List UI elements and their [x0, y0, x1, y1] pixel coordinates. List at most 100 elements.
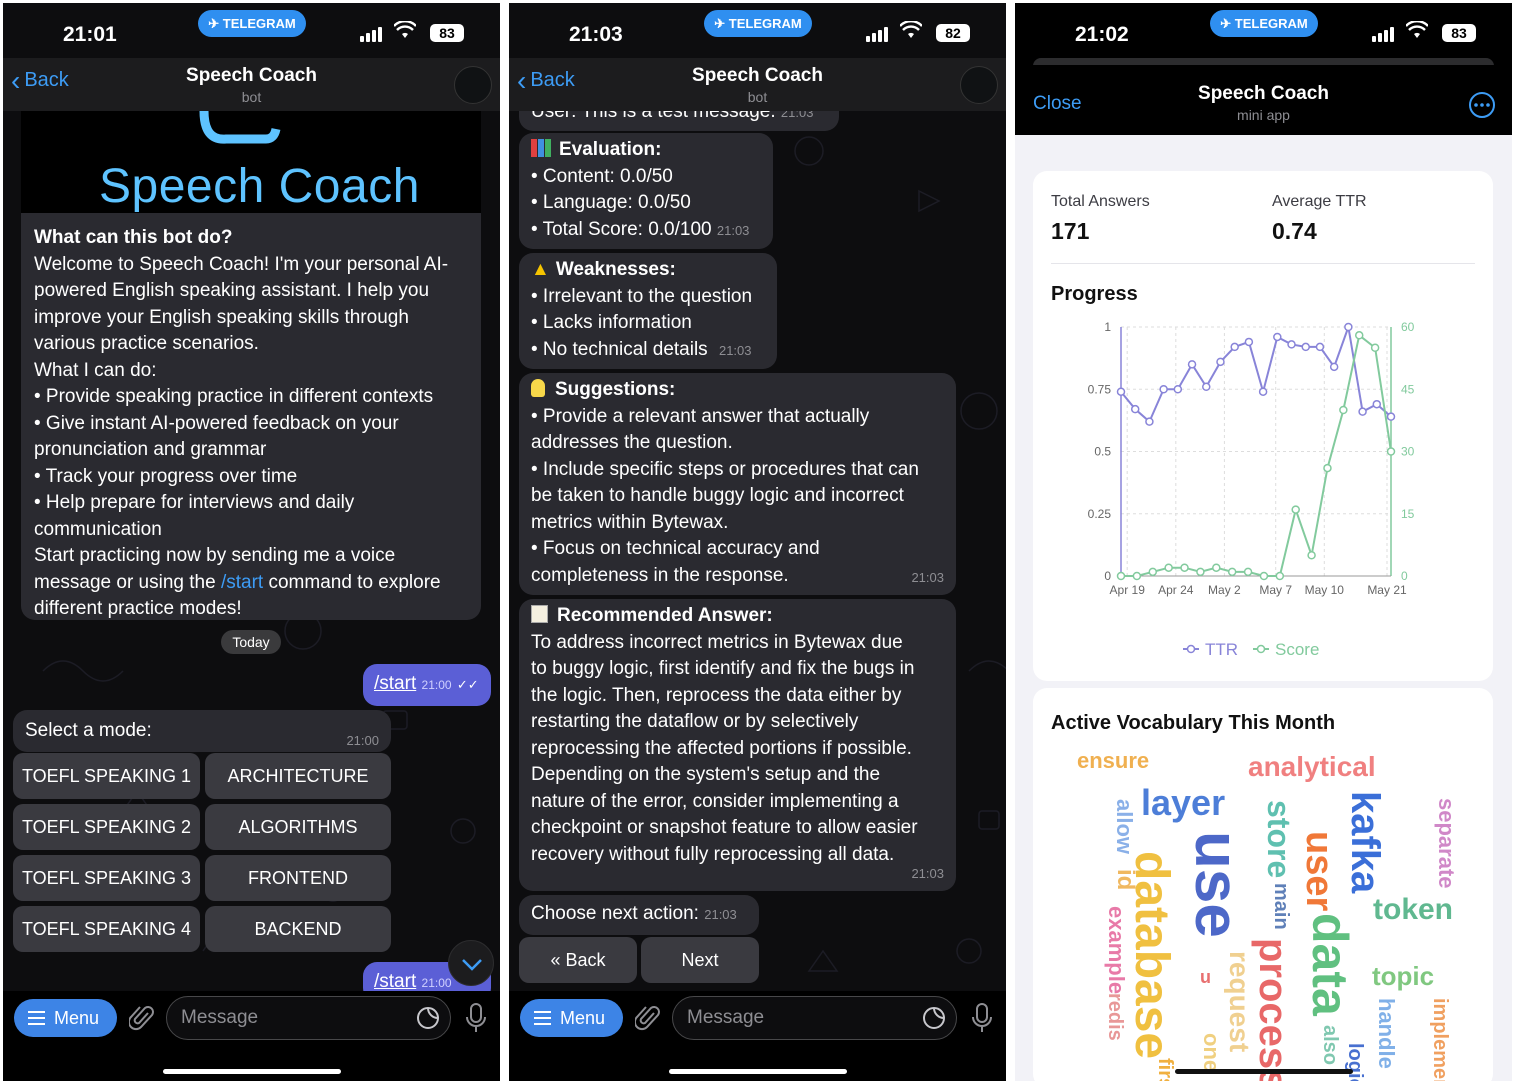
clock: 21:01	[63, 23, 117, 46]
attach-icon[interactable]	[635, 1004, 661, 1032]
input-bar: Menu Message	[509, 991, 1006, 1081]
y-left-tick-label: 0.75	[1088, 382, 1112, 396]
telegram-pill: ✈ TELEGRAM	[198, 10, 306, 37]
legend-label: Score	[1275, 640, 1319, 659]
signal-icon	[1372, 27, 1394, 42]
stats-divider	[1051, 263, 1475, 264]
data-point-score	[1164, 563, 1173, 572]
sticker-icon[interactable]	[922, 1006, 946, 1030]
bot-logo-banner: Speech Coach	[21, 111, 481, 213]
data-point-score	[1196, 567, 1205, 577]
x-tick-label: May 21	[1367, 583, 1407, 597]
data-point-score	[1132, 571, 1142, 581]
date-chip: Today	[221, 630, 281, 654]
chat-header: ‹ Back Speech Coach bot	[3, 58, 500, 111]
data-point-ttr	[1244, 337, 1254, 347]
y-right-tick-label: 30	[1401, 445, 1415, 459]
legend-swatch-dot	[1256, 644, 1266, 654]
signal-icon	[866, 27, 888, 42]
y-right-tick-label: 45	[1401, 382, 1415, 396]
attach-icon[interactable]	[129, 1004, 155, 1032]
y-left-tick-label: 1	[1104, 320, 1111, 334]
mode-button-architecture[interactable]: ARCHITECTURE	[205, 753, 391, 799]
average-ttr-label: Average TTR	[1272, 193, 1367, 210]
y-right-tick-label: 0	[1401, 569, 1408, 583]
microphone-icon[interactable]	[971, 1003, 993, 1033]
mode-button-algorithms[interactable]: ALGORITHMS	[205, 804, 391, 850]
average-ttr-value: 0.74	[1272, 218, 1317, 244]
data-point-score	[1339, 405, 1348, 415]
menu-button[interactable]: Menu	[520, 999, 623, 1037]
bar-chart-icon	[531, 139, 551, 157]
total-answers-value: 171	[1051, 218, 1090, 244]
data-point-ttr	[1187, 360, 1197, 369]
clock: 21:03	[569, 23, 623, 46]
select-mode-message: Select a mode: 21:00	[13, 710, 391, 752]
status-bar: 21:03 ✈ TELEGRAM 82	[509, 3, 1006, 63]
logo-text: Speech Coach	[99, 160, 420, 213]
data-point-ttr	[1287, 340, 1296, 349]
data-point-ttr	[1273, 332, 1282, 342]
legend-swatch-dot	[1186, 644, 1196, 654]
next-action-message: Choose next action: 21:03	[519, 895, 759, 935]
data-point-score	[1148, 567, 1158, 577]
hamburger-icon	[28, 1011, 45, 1025]
message-input[interactable]: Message	[672, 996, 957, 1040]
data-point-ttr	[1329, 362, 1339, 372]
data-point-ttr	[1344, 322, 1353, 332]
mode-button-frontend[interactable]: FRONTEND	[205, 855, 391, 901]
chat-title: Speech Coach	[692, 65, 823, 86]
data-point-ttr	[1173, 385, 1183, 394]
data-point-score	[1275, 571, 1285, 581]
bot-avatar[interactable]	[960, 66, 998, 104]
x-tick-label: May 10	[1305, 583, 1345, 597]
progress-chart: 0 0 0.25 15 0.5 30 0.75 45 1 60 Apr 19 Apr 24 May 2 M…	[1088, 320, 1415, 659]
outgoing-message: /start 21:00 ✓✓	[363, 664, 491, 706]
data-point-score	[1212, 563, 1221, 572]
data-point-ttr	[1159, 385, 1168, 394]
mode-button-toefl-4[interactable]: TOEFL SPEAKING 4	[13, 906, 200, 952]
vocabulary-title: Active Vocabulary This Month	[1051, 712, 1336, 734]
data-point-ttr	[1202, 382, 1211, 392]
next-action-button[interactable]: Next	[641, 937, 759, 983]
y-left-tick-label: 0.25	[1088, 507, 1112, 521]
data-point-ttr	[1116, 387, 1126, 396]
home-indicator	[1175, 1069, 1353, 1074]
status-bar: 21:01 ✈ TELEGRAM 83	[3, 3, 500, 63]
speech-bubble-icon	[199, 111, 281, 144]
menu-button[interactable]: Menu	[14, 999, 117, 1037]
phone-screen-2: 21:03 ✈ TELEGRAM 82 User: This is a test…	[509, 3, 1006, 1081]
home-indicator	[669, 1069, 847, 1074]
telegram-pill: ✈ TELEGRAM	[704, 10, 812, 37]
sticker-icon[interactable]	[416, 1006, 440, 1030]
start-command-link[interactable]: /start	[221, 572, 263, 593]
scroll-down-button[interactable]	[448, 940, 494, 986]
back-action-button[interactable]: « Back	[519, 937, 637, 983]
data-point-ttr	[1372, 399, 1382, 409]
hamburger-icon	[534, 1011, 551, 1025]
mode-button-backend[interactable]: BACKEND	[205, 906, 391, 952]
y-right-tick-label: 15	[1401, 507, 1415, 521]
telegram-pill: ✈ TELEGRAM	[1210, 10, 1318, 37]
data-point-score	[1227, 567, 1237, 577]
y-left-tick-label: 0	[1104, 569, 1111, 583]
mode-button-toefl-2[interactable]: TOEFL SPEAKING 2	[13, 804, 200, 850]
signal-icon	[360, 27, 382, 42]
data-point-ttr	[1358, 407, 1367, 416]
clock: 21:02	[1075, 23, 1129, 46]
message-input[interactable]: Message	[166, 996, 451, 1040]
total-answers-label: Total Answers	[1051, 193, 1150, 210]
data-point-ttr	[1230, 342, 1239, 352]
vocabulary-card: Active Vocabulary This Month	[1033, 688, 1493, 1081]
more-icon[interactable]	[1468, 91, 1496, 119]
mode-button-toefl-3[interactable]: TOEFL SPEAKING 3	[13, 855, 200, 901]
miniapp-subtitle: mini app	[1237, 107, 1290, 123]
mode-button-toefl-1[interactable]: TOEFL SPEAKING 1	[13, 753, 200, 799]
bot-avatar[interactable]	[454, 66, 492, 104]
chat-subtitle: bot	[747, 89, 768, 105]
microphone-icon[interactable]	[465, 1003, 487, 1033]
data-point-ttr	[1130, 404, 1140, 414]
battery-icon: 83	[1442, 24, 1476, 42]
data-point-ttr	[1386, 412, 1396, 421]
legend-label: TTR	[1205, 640, 1238, 659]
